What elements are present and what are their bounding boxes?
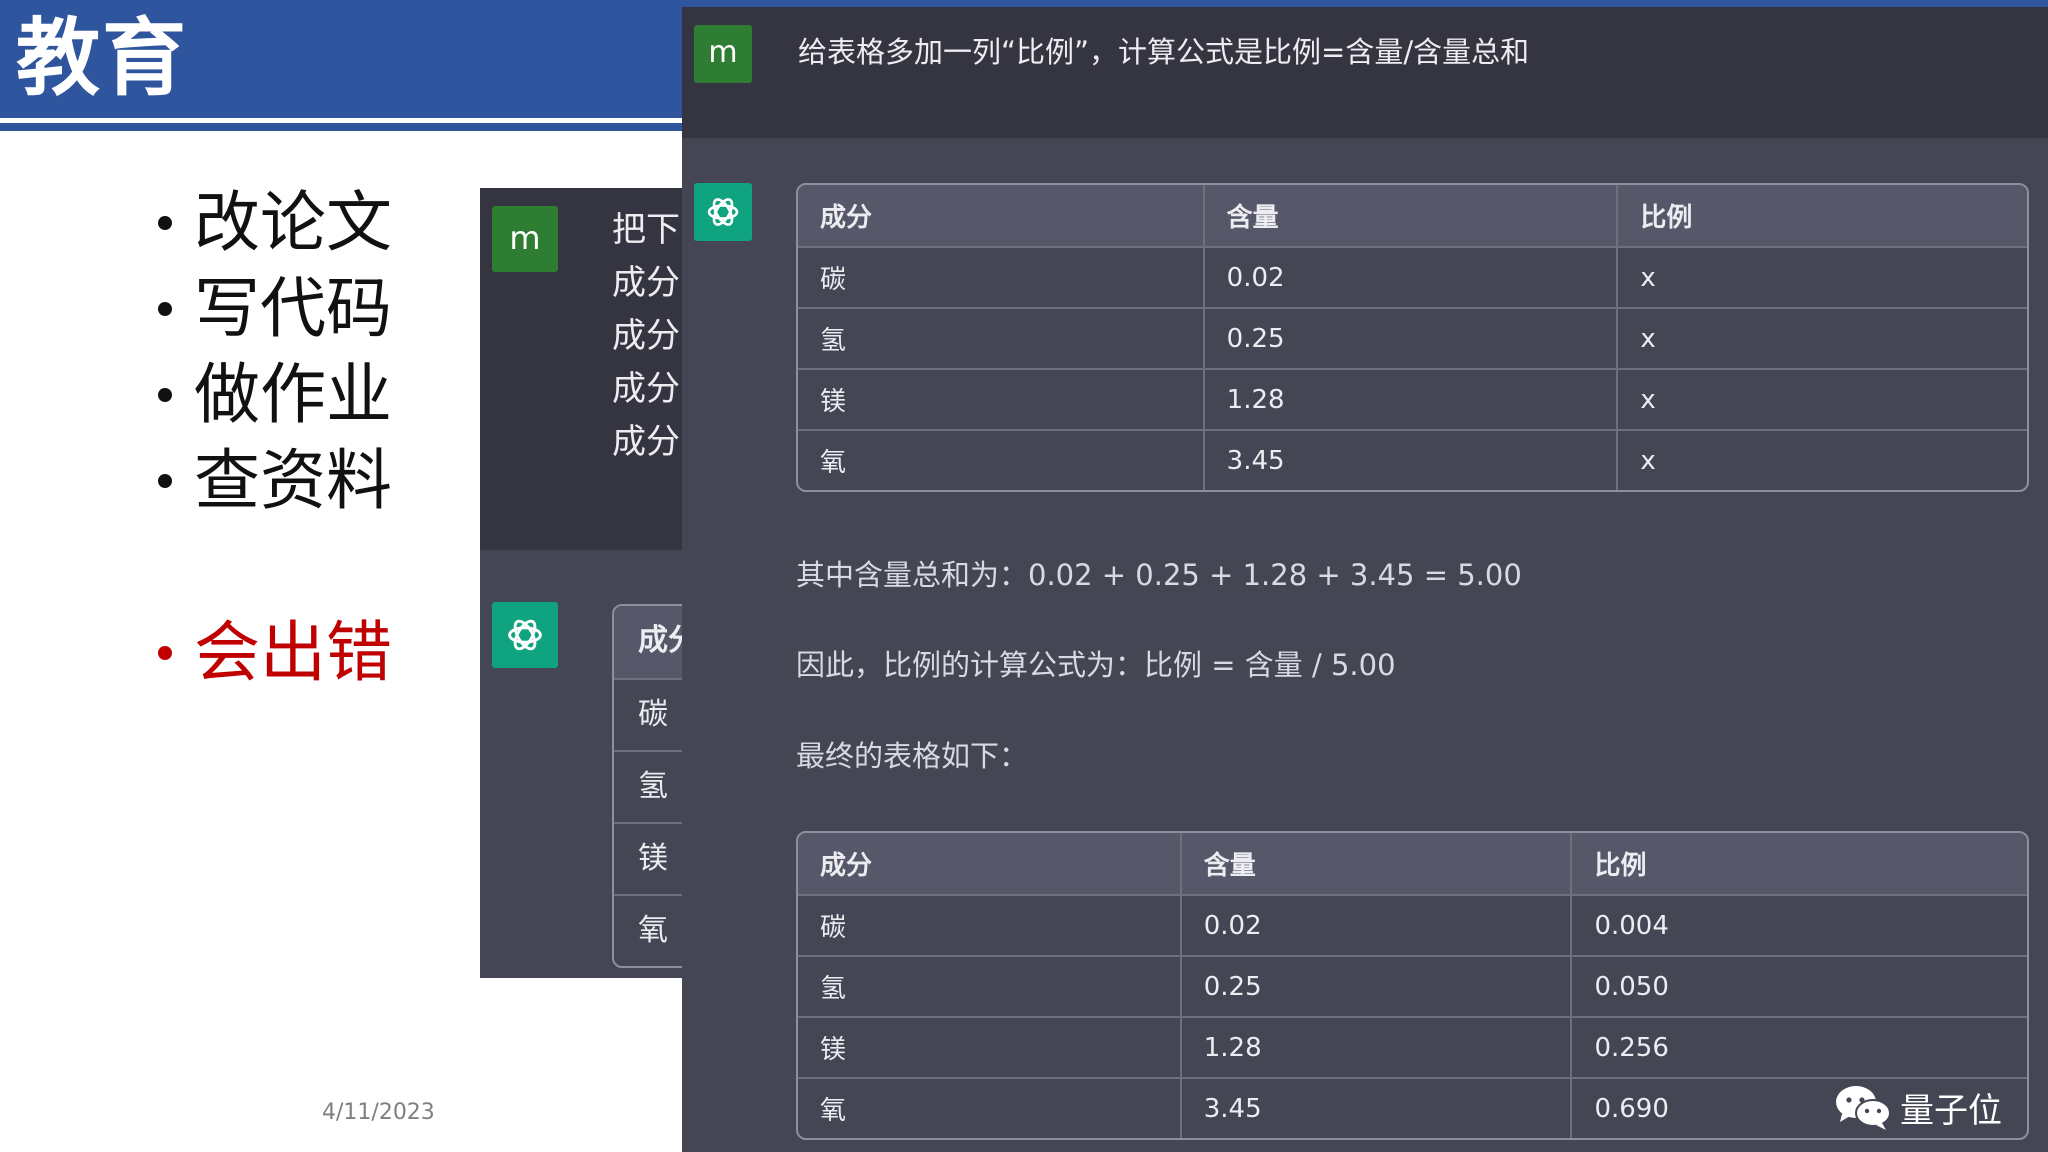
- table-header-cell: 含量: [1179, 833, 1571, 894]
- front-chat-screenshot: m 给表格多加一列“比例”，计算公式是比例=含量/含量总和 成分 含量 比例 碳…: [682, 0, 2048, 1152]
- table-header-cell: 比例: [1570, 833, 2027, 894]
- bullet-dot-icon: [158, 216, 172, 230]
- user-message-line: 成分: [612, 316, 680, 356]
- table-row: 镁 1.28 0.256: [798, 1016, 2027, 1077]
- bullet-item: 做作业: [150, 352, 392, 438]
- table-header-cell: 成分: [798, 185, 1203, 246]
- table-cell: 氢: [798, 307, 1203, 368]
- table-header-cell: 含量: [1202, 185, 1617, 246]
- table-cell: 0.256: [1570, 1016, 2027, 1077]
- bullet-dot-icon: [158, 302, 172, 316]
- slide-title-bar: 教育: [0, 0, 700, 118]
- table-cell: 镁: [798, 368, 1203, 429]
- watermark-text: 量子位: [1900, 1090, 2002, 1131]
- bullet-dot-icon: [158, 388, 172, 402]
- openai-logo-icon: [492, 602, 558, 668]
- watermark: 量子位: [1834, 1082, 2002, 1132]
- table-cell: 0.004: [1570, 894, 2027, 955]
- table-cell: 3.45: [1202, 429, 1617, 490]
- user-message-line: 成分: [612, 263, 680, 303]
- user-avatar: m: [492, 206, 558, 272]
- table-cell: 3.45: [1179, 1077, 1571, 1138]
- user-message-line: 把下: [612, 210, 680, 250]
- table-header-cell: 成分: [798, 833, 1180, 894]
- table-cell: 0.02: [1202, 246, 1617, 307]
- table-cell: 0.02: [1179, 894, 1571, 955]
- final-table-intro: 最终的表格如下：: [796, 739, 1029, 773]
- title-rule: [0, 123, 700, 131]
- table-cell: 0.050: [1570, 955, 2027, 1016]
- table-header-row: 成分 含量 比例: [798, 185, 2027, 246]
- table-cell: 0.25: [1202, 307, 1617, 368]
- bullet-item: 写代码: [150, 266, 392, 352]
- user-message-area: m 把下 成分 成分 成分 成分: [480, 188, 710, 550]
- back-chat-screenshot: m 把下 成分 成分 成分 成分 成分 碳 氢 镁 氧: [480, 188, 710, 978]
- table-cell: 氢: [798, 955, 1180, 1016]
- table-cell: 镁: [798, 1016, 1180, 1077]
- table-row: 氢 0.25 0.050: [798, 955, 2027, 1016]
- table-cell: x: [1616, 368, 2027, 429]
- error-bullet: 会出错: [150, 610, 392, 696]
- table-cell: 氧: [798, 429, 1203, 490]
- table-row: 氧 3.45 x: [798, 429, 2027, 490]
- table-cell: 氧: [798, 1077, 1180, 1138]
- slide-date: 4/11/2023: [322, 1100, 435, 1125]
- sum-explanation: 其中含量总和为：0.02 + 0.25 + 1.28 + 3.45 = 5.00: [796, 558, 1522, 592]
- table-row: 氢 0.25 x: [798, 307, 2027, 368]
- bullet-dot-icon: [158, 474, 172, 488]
- table-header-row: 成分 含量 比例: [798, 833, 2027, 894]
- bullet-list: 改论文 写代码 做作业 查资料: [150, 180, 392, 524]
- table-cell: 碳: [798, 246, 1203, 307]
- openai-logo-icon: [694, 183, 752, 241]
- table-cell: x: [1616, 246, 2027, 307]
- window-top-edge: [682, 0, 2048, 7]
- user-message-lines: 把下 成分 成分 成分 成分: [612, 204, 680, 469]
- table-cell: 0.25: [1179, 955, 1571, 1016]
- wechat-icon: [1836, 1086, 1891, 1130]
- user-message-area: m 给表格多加一列“比例”，计算公式是比例=含量/含量总和: [682, 7, 2048, 138]
- user-avatar: m: [694, 25, 752, 83]
- formula-explanation: 因此，比例的计算公式为：比例 = 含量 / 5.00: [796, 648, 1396, 682]
- table-cell: 1.28: [1179, 1016, 1571, 1077]
- table-row: 碳 0.02 x: [798, 246, 2027, 307]
- table-cell: 碳: [798, 894, 1180, 955]
- user-message-line: 成分: [612, 422, 680, 462]
- table-row: 镁 1.28 x: [798, 368, 2027, 429]
- slide-title: 教育: [16, 9, 189, 107]
- table-cell: x: [1616, 307, 2027, 368]
- table-header-cell: 比例: [1616, 185, 2027, 246]
- bullet-item: 改论文: [150, 180, 392, 266]
- table-with-placeholder-ratio: 成分 含量 比例 碳 0.02 x 氢 0.25 x 镁 1.28 x 氧 3.…: [796, 183, 2029, 492]
- bullet-item: 查资料: [150, 438, 392, 524]
- table-cell: x: [1616, 429, 2027, 490]
- user-prompt: 给表格多加一列“比例”，计算公式是比例=含量/含量总和: [798, 35, 1530, 69]
- table-cell: 1.28: [1202, 368, 1617, 429]
- table-row: 碳 0.02 0.004: [798, 894, 2027, 955]
- user-message-line: 成分: [612, 369, 680, 409]
- bullet-dot-icon: [158, 646, 172, 660]
